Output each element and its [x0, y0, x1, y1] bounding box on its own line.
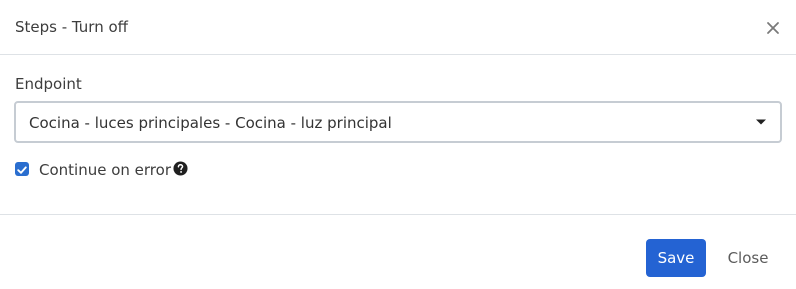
endpoint-select[interactable]: Cocina - luces principales - Cocina - lu…: [14, 101, 782, 143]
dialog-title: Steps - Turn off: [15, 18, 128, 36]
caret-down-icon: [756, 119, 766, 125]
close-button[interactable]: Close: [716, 239, 780, 277]
steps-dialog: Steps - Turn off Endpoint Cocina - luces…: [0, 0, 796, 289]
continue-on-error-label: Continue on error: [39, 161, 171, 179]
save-button[interactable]: Save: [646, 239, 706, 277]
dialog-body: Endpoint Cocina - luces principales - Co…: [0, 55, 796, 214]
continue-on-error-checkbox[interactable]: [15, 162, 29, 176]
endpoint-selected-value: Cocina - luces principales - Cocina - lu…: [29, 114, 392, 132]
close-icon[interactable]: [764, 18, 782, 38]
endpoint-label: Endpoint: [15, 75, 82, 93]
dialog-footer: Save Close: [0, 214, 796, 289]
checkmark-icon: [17, 166, 27, 174]
dialog-header: Steps - Turn off: [0, 0, 796, 55]
question-circle-icon[interactable]: [173, 161, 188, 176]
